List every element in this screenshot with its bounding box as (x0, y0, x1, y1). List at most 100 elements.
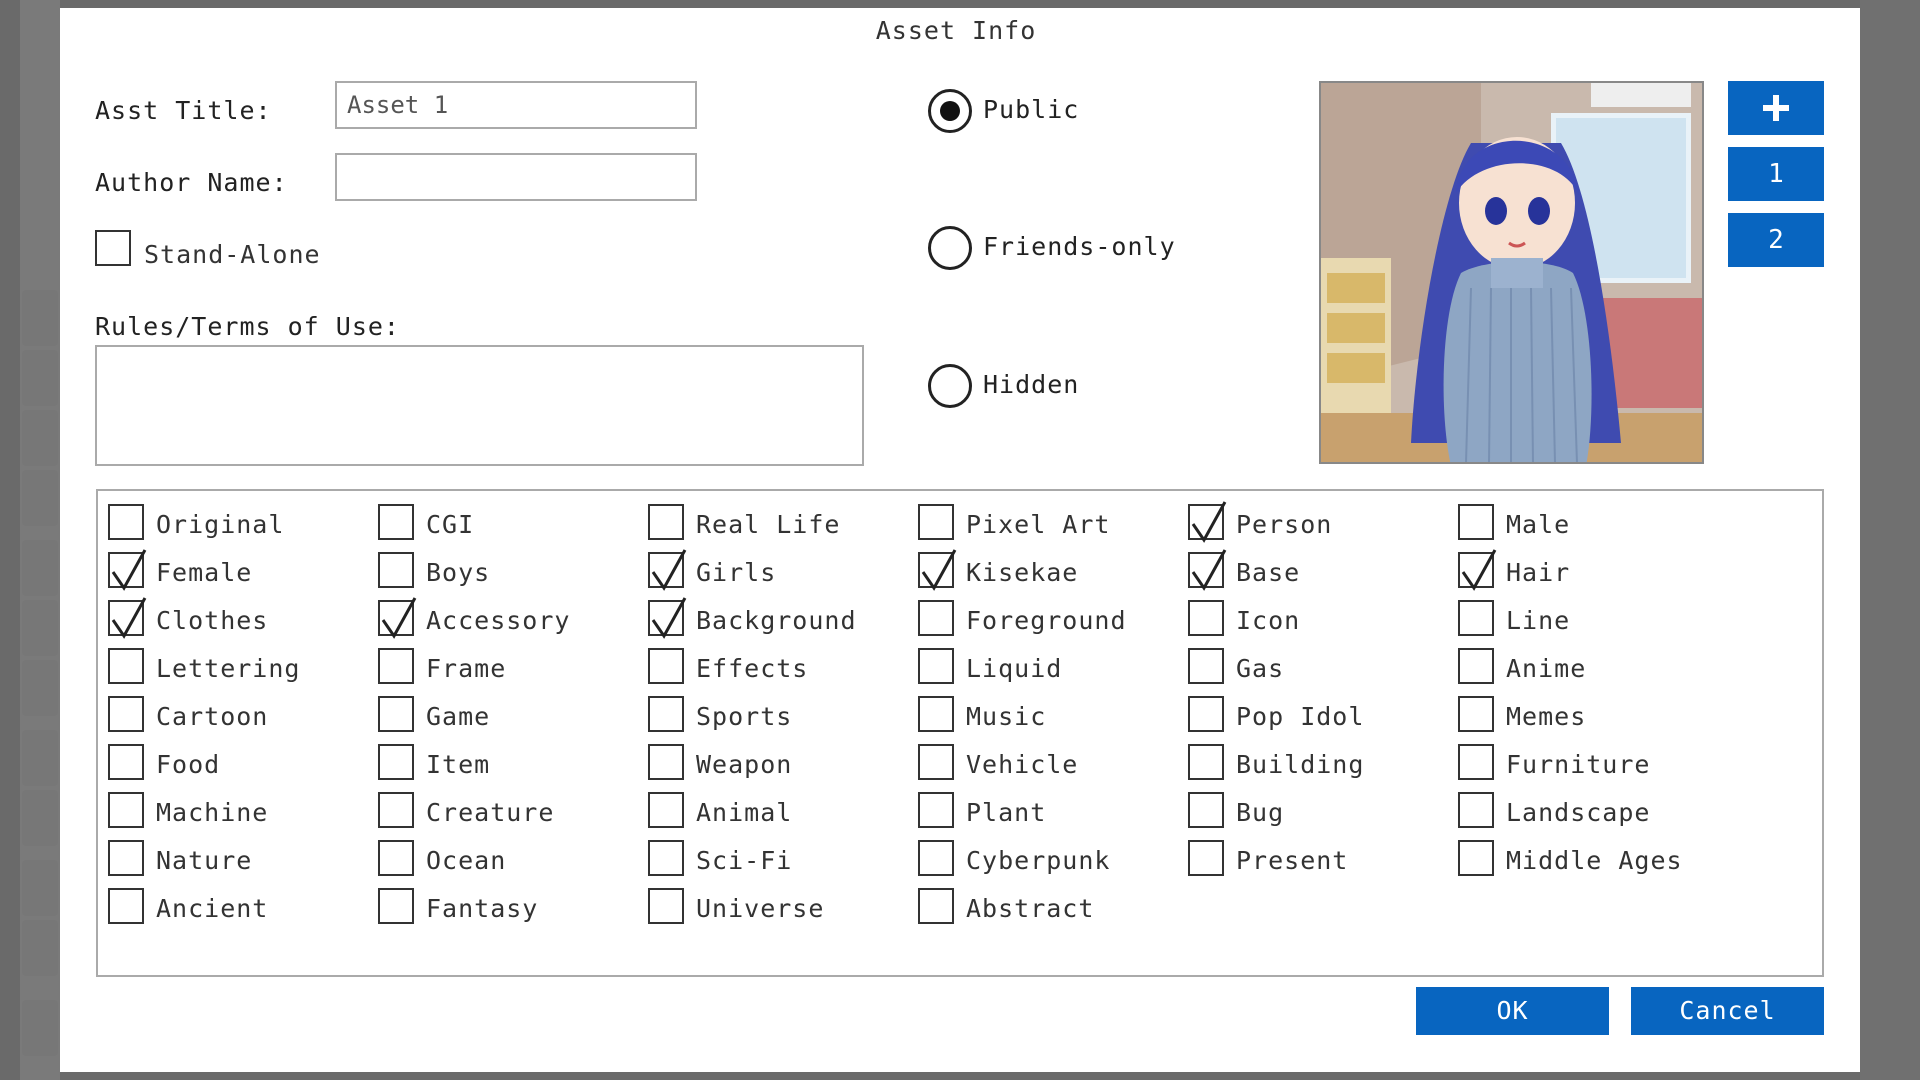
tag-label: Sci-Fi (696, 846, 792, 875)
tag-checkbox-middle-ages[interactable] (1458, 840, 1494, 876)
tag-checkbox-cyberpunk[interactable] (918, 840, 954, 876)
tag-checkbox-food[interactable] (108, 744, 144, 780)
tag-checkbox-landscape[interactable] (1458, 792, 1494, 828)
radio-selected-dot (940, 101, 960, 121)
tag-checkbox-background[interactable] (648, 600, 684, 636)
checkmark-icon (108, 594, 148, 640)
tag-checkbox-memes[interactable] (1458, 696, 1494, 732)
tag-checkbox-hair[interactable] (1458, 552, 1494, 588)
tag-label: Clothes (156, 606, 268, 635)
tag-checkbox-bug[interactable] (1188, 792, 1224, 828)
tag-label: Fantasy (426, 894, 538, 923)
tag-checkbox-abstract[interactable] (918, 888, 954, 924)
visibility-radio-public[interactable] (928, 89, 972, 133)
tag-label: Abstract (966, 894, 1094, 923)
checkmark-icon (108, 546, 148, 592)
tag-checkbox-fantasy[interactable] (378, 888, 414, 924)
tag-checkbox-game[interactable] (378, 696, 414, 732)
tag-checkbox-machine[interactable] (108, 792, 144, 828)
checkmark-icon (378, 594, 418, 640)
tag-checkbox-sports[interactable] (648, 696, 684, 732)
asset-title-label: Asst Title: (95, 96, 272, 125)
tag-label: Original (156, 510, 284, 539)
image-2-button[interactable]: 2 (1728, 213, 1824, 267)
tag-checkbox-item[interactable] (378, 744, 414, 780)
stand-alone-checkbox[interactable] (95, 230, 131, 266)
tag-label: Animal (696, 798, 792, 827)
tag-checkbox-boys[interactable] (378, 552, 414, 588)
rules-textarea[interactable] (95, 345, 864, 466)
add-image-button[interactable] (1728, 81, 1824, 135)
author-name-label: Author Name: (95, 168, 288, 197)
tag-checkbox-accessory[interactable] (378, 600, 414, 636)
tag-checkbox-base[interactable] (1188, 552, 1224, 588)
tag-checkbox-line[interactable] (1458, 600, 1494, 636)
tag-checkbox-liquid[interactable] (918, 648, 954, 684)
visibility-radio-friends-only[interactable] (928, 226, 972, 270)
tag-checkbox-person[interactable] (1188, 504, 1224, 540)
tag-checkbox-real-life[interactable] (648, 504, 684, 540)
tag-checkbox-cgi[interactable] (378, 504, 414, 540)
checkmark-icon (1458, 546, 1498, 592)
tag-checkbox-anime[interactable] (1458, 648, 1494, 684)
tag-checkbox-plant[interactable] (918, 792, 954, 828)
tag-checkbox-vehicle[interactable] (918, 744, 954, 780)
tag-checkbox-furniture[interactable] (1458, 744, 1494, 780)
background-tool-mouth-icon (22, 470, 58, 526)
tag-label: Lettering (156, 654, 300, 683)
tag-checkbox-kisekae[interactable] (918, 552, 954, 588)
tag-label: Cyberpunk (966, 846, 1110, 875)
background-right-panel (1860, 0, 1920, 1080)
tag-checkbox-girls[interactable] (648, 552, 684, 588)
tag-checkbox-present[interactable] (1188, 840, 1224, 876)
tag-label: Base (1236, 558, 1300, 587)
visibility-radio-hidden[interactable] (928, 364, 972, 408)
tag-checkbox-male[interactable] (1458, 504, 1494, 540)
checkmark-icon (1188, 546, 1228, 592)
image-1-button[interactable]: 1 (1728, 147, 1824, 201)
tag-label: Line (1506, 606, 1570, 635)
tag-label: Frame (426, 654, 506, 683)
tag-checkbox-lettering[interactable] (108, 648, 144, 684)
tag-checkbox-pop-idol[interactable] (1188, 696, 1224, 732)
tag-checkbox-universe[interactable] (648, 888, 684, 924)
background-tool-dice-icon (22, 1000, 58, 1056)
tag-checkbox-pixel-art[interactable] (918, 504, 954, 540)
visibility-label: Hidden (983, 370, 1079, 399)
tag-checkbox-nature[interactable] (108, 840, 144, 876)
tag-checkbox-sci-fi[interactable] (648, 840, 684, 876)
tag-label: Anime (1506, 654, 1586, 683)
tag-checkbox-icon[interactable] (1188, 600, 1224, 636)
tag-checkbox-creature[interactable] (378, 792, 414, 828)
asset-preview-image (1319, 81, 1704, 464)
tag-checkbox-effects[interactable] (648, 648, 684, 684)
tag-checkbox-cartoon[interactable] (108, 696, 144, 732)
tag-checkbox-female[interactable] (108, 552, 144, 588)
background-tool-eye-icon (22, 350, 58, 406)
tag-checkbox-building[interactable] (1188, 744, 1224, 780)
rules-label: Rules/Terms of Use: (95, 312, 400, 341)
author-name-input[interactable] (335, 153, 697, 201)
asset-title-input[interactable] (335, 81, 697, 129)
tag-label: Weapon (696, 750, 792, 779)
tag-label: Creature (426, 798, 554, 827)
tag-checkbox-ancient[interactable] (108, 888, 144, 924)
tag-checkbox-music[interactable] (918, 696, 954, 732)
tag-checkbox-original[interactable] (108, 504, 144, 540)
tag-label: Vehicle (966, 750, 1078, 779)
tag-label: Boys (426, 558, 490, 587)
visibility-label: Public (983, 95, 1079, 124)
tag-checkbox-animal[interactable] (648, 792, 684, 828)
ok-button[interactable]: OK (1416, 987, 1609, 1035)
checkmark-icon (648, 594, 688, 640)
tag-checkbox-weapon[interactable] (648, 744, 684, 780)
tag-label: Game (426, 702, 490, 731)
tag-checkbox-frame[interactable] (378, 648, 414, 684)
cancel-button[interactable]: Cancel (1631, 987, 1824, 1035)
tag-checkbox-foreground[interactable] (918, 600, 954, 636)
tag-label: Background (696, 606, 857, 635)
tag-checkbox-clothes[interactable] (108, 600, 144, 636)
tag-checkbox-ocean[interactable] (378, 840, 414, 876)
tag-label: Male (1506, 510, 1570, 539)
tag-checkbox-gas[interactable] (1188, 648, 1224, 684)
